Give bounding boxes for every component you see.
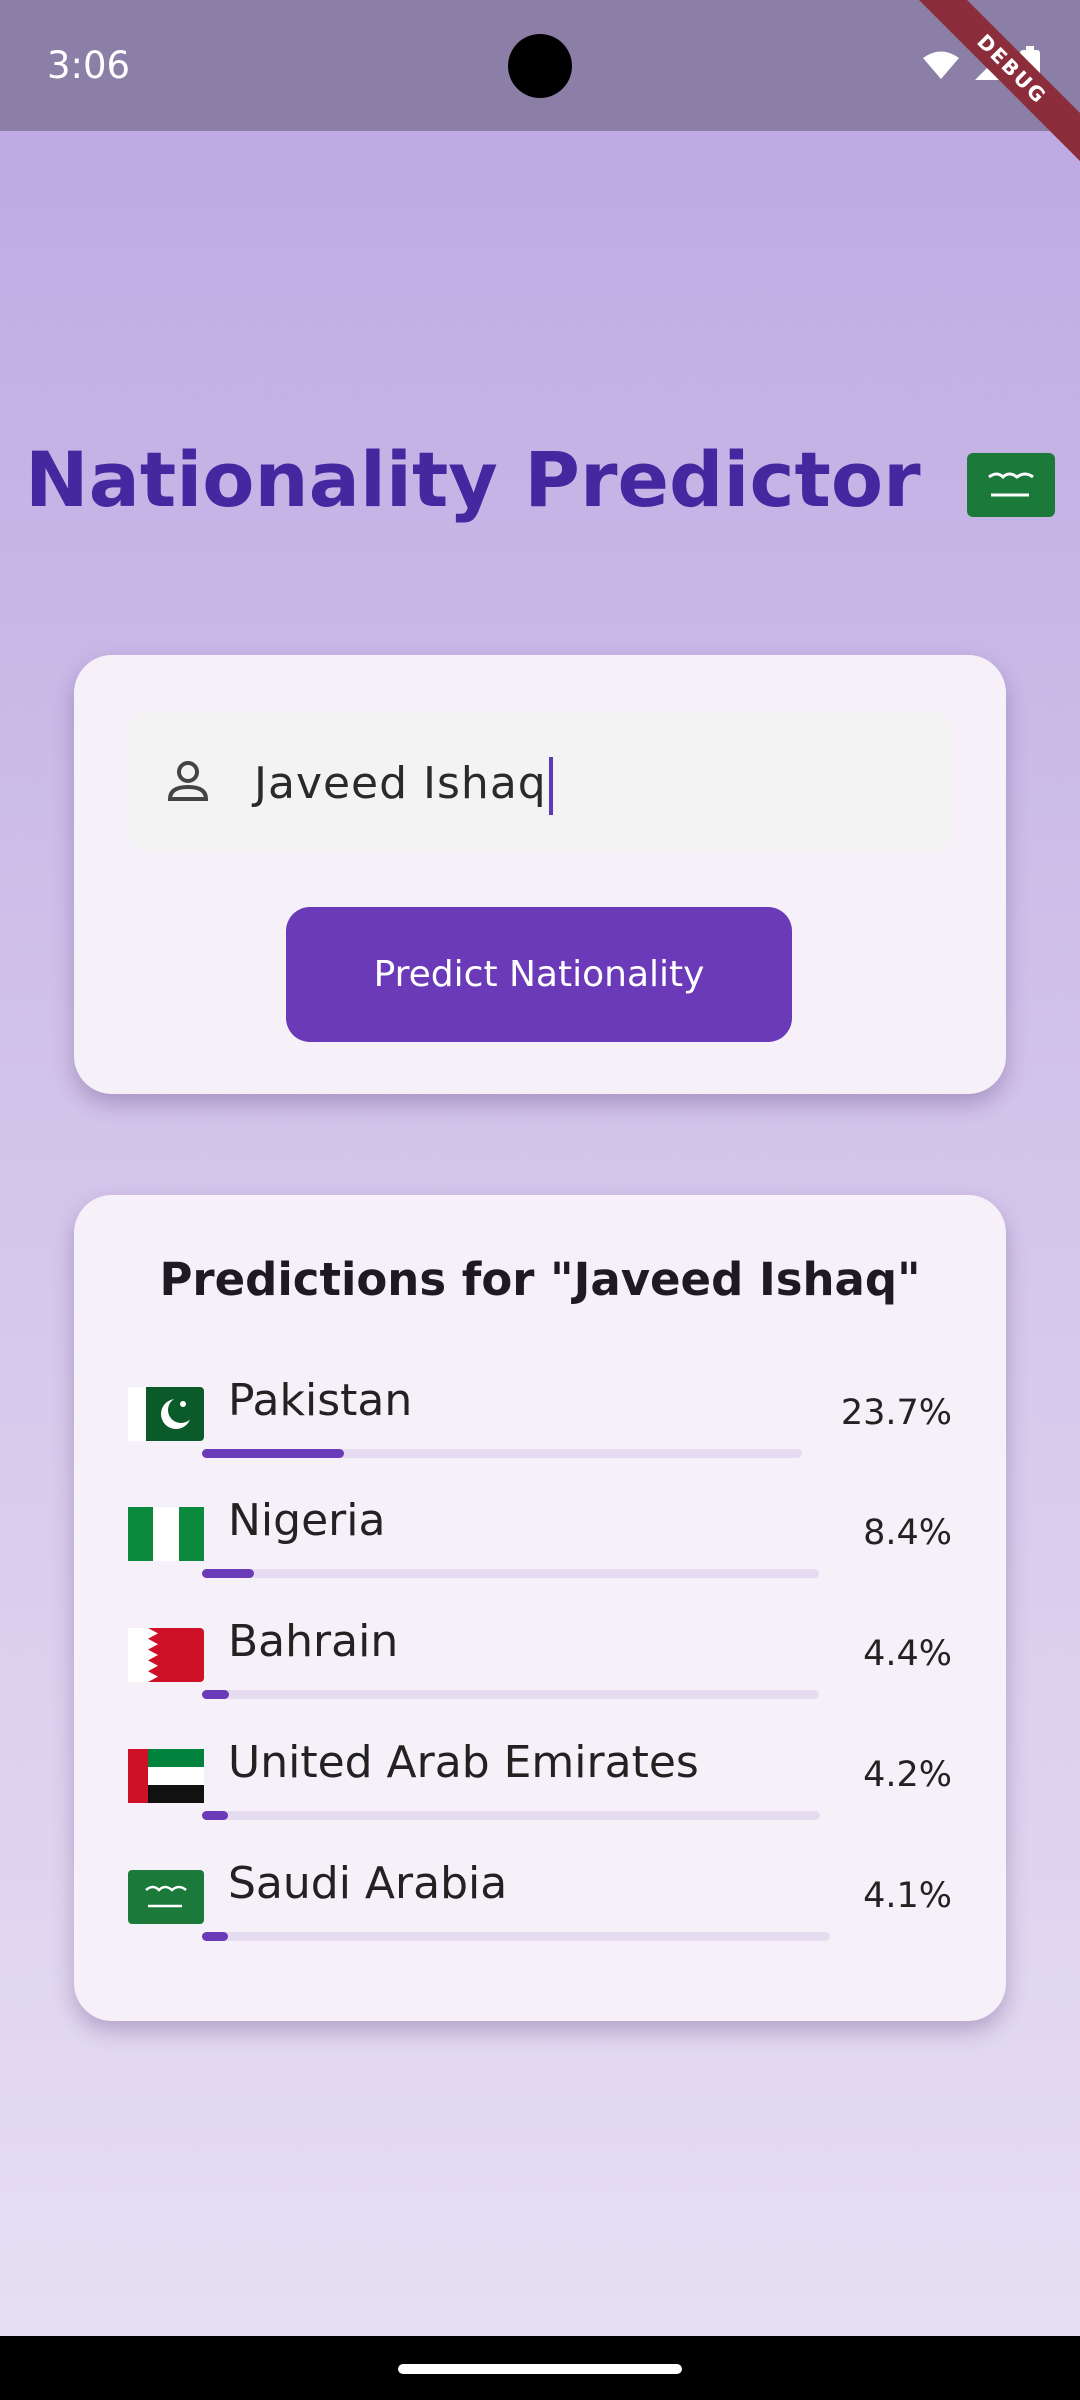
prediction-row-united-arab-emirates: United Arab Emirates 4.2% [128, 1737, 952, 1837]
probability-bar-fill [202, 1449, 344, 1458]
navigation-bar [0, 2336, 1080, 2400]
name-input[interactable]: Javeed Ishaq [128, 711, 952, 851]
debug-banner: DEBUG [908, 0, 1080, 173]
country-name: United Arab Emirates [228, 1737, 699, 1788]
prediction-row-pakistan: Pakistan 23.7% [128, 1375, 952, 1475]
probability-percent: 23.7% [840, 1393, 952, 1433]
probability-bar-fill [202, 1932, 228, 1941]
probability-bar-fill [202, 1569, 254, 1578]
probability-percent: 4.2% [863, 1755, 952, 1795]
probability-percent: 8.4% [863, 1513, 952, 1553]
input-card: Javeed Ishaq Predict Nationality [74, 655, 1006, 1094]
probability-bar [202, 1690, 819, 1699]
person-icon [167, 761, 209, 801]
probability-percent: 4.4% [863, 1634, 952, 1674]
probability-bar [202, 1932, 830, 1941]
probability-percent: 4.1% [863, 1876, 952, 1916]
country-name: Pakistan [228, 1375, 413, 1426]
saudi-arabia-flag-icon [128, 1870, 204, 1924]
country-name: Bahrain [228, 1616, 399, 1667]
prediction-row-bahrain: Bahrain 4.4% [128, 1616, 952, 1716]
status-time: 3:06 [47, 44, 131, 87]
page-title-text: Nationality Predictor [24, 435, 921, 524]
camera-cutout [508, 34, 572, 98]
text-cursor [548, 757, 553, 815]
prediction-row-saudi-arabia: Saudi Arabia 4.1% [128, 1858, 952, 1958]
nigeria-flag-icon [128, 1507, 204, 1561]
status-bar: 3:06 DEBUG [0, 0, 1080, 173]
pakistan-flag-icon [128, 1387, 204, 1441]
country-name: Nigeria [228, 1495, 386, 1546]
country-name: Saudi Arabia [228, 1858, 508, 1909]
probability-bar [202, 1811, 820, 1820]
united-arab-emirates-flag-icon [128, 1749, 204, 1803]
saudi-arabia-flag-icon [967, 453, 1056, 517]
predict-nationality-button[interactable]: Predict Nationality [286, 907, 792, 1042]
name-input-value: Javeed Ishaq [254, 757, 553, 815]
probability-bar-fill [202, 1690, 229, 1699]
probability-bar [202, 1449, 802, 1458]
wifi-icon [923, 51, 959, 79]
page-title: Nationality Predictor [0, 435, 1080, 524]
results-title: Predictions for "Javeed Ishaq" [159, 1253, 921, 1306]
results-card: Predictions for "Javeed Ishaq" Pakistan … [74, 1195, 1006, 2021]
probability-bar-fill [202, 1811, 228, 1820]
prediction-row-nigeria: Nigeria 8.4% [128, 1495, 952, 1595]
probability-bar [202, 1569, 819, 1578]
home-gesture-handle[interactable] [398, 2364, 682, 2374]
bahrain-flag-icon [128, 1628, 204, 1682]
